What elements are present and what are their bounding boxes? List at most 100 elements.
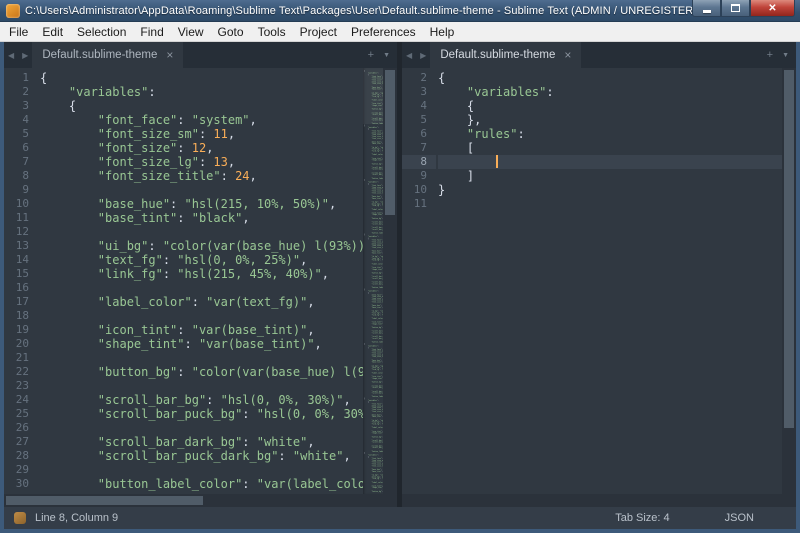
code-line[interactable]: [ [438, 141, 782, 155]
code-line[interactable] [40, 351, 363, 365]
cursor-position-indicator[interactable]: Line 8, Column 9 [35, 512, 118, 524]
code-lines[interactable]: { "variables": { }, "rules": [ ]} [436, 68, 782, 494]
line-number[interactable]: 2 [402, 71, 436, 85]
code-line[interactable] [40, 281, 363, 295]
menu-item-view[interactable]: View [171, 23, 211, 41]
vertical-scrollbar-thumb[interactable] [784, 70, 794, 428]
tab-overflow-button[interactable]: ▼ [383, 52, 390, 59]
code-line[interactable]: "font_size_title": 24, [40, 169, 363, 183]
code-line[interactable]: }, [438, 113, 782, 127]
menu-item-find[interactable]: Find [133, 23, 170, 41]
code-line[interactable]: "font_size": 12, [40, 141, 363, 155]
gutter[interactable]: 234567891011 [402, 68, 436, 494]
tab-close-icon[interactable]: × [564, 49, 571, 61]
code-line[interactable]: { [40, 71, 363, 85]
horizontal-scrollbar[interactable] [402, 494, 796, 507]
code-line[interactable]: } [438, 183, 782, 197]
code-line[interactable]: "shape_tint": "var(base_tint)", [40, 337, 363, 351]
code-line[interactable]: "rules": [438, 127, 782, 141]
line-number[interactable]: 8 [4, 169, 38, 183]
code-line[interactable]: { [40, 99, 363, 113]
line-number[interactable]: 12 [4, 225, 38, 239]
line-number[interactable]: 4 [402, 99, 436, 113]
vertical-scrollbar-thumb[interactable] [385, 70, 395, 215]
code-line[interactable]: "variables": [40, 85, 363, 99]
menu-item-selection[interactable]: Selection [70, 23, 133, 41]
line-number[interactable]: 27 [4, 435, 38, 449]
code-line[interactable]: "link_fg": "hsl(215, 45%, 40%)", [40, 267, 363, 281]
close-button[interactable]: ✕ [750, 0, 795, 17]
line-number[interactable]: 4 [4, 113, 38, 127]
tab-scroll-left-icon[interactable]: ◀ [4, 51, 18, 60]
line-number[interactable]: 3 [402, 85, 436, 99]
code-line[interactable]: "font_size_sm": 11, [40, 127, 363, 141]
code-line[interactable] [40, 309, 363, 323]
line-number[interactable]: 9 [4, 183, 38, 197]
tab-scroll-right-icon[interactable]: ▶ [416, 51, 430, 60]
menu-item-tools[interactable]: Tools [251, 23, 293, 41]
tab-size-indicator[interactable]: Tab Size: 4 [615, 512, 669, 524]
code-line[interactable]: "text_fg": "hsl(0, 0%, 25%)", [40, 253, 363, 267]
line-number[interactable]: 1 [4, 71, 38, 85]
line-number[interactable]: 7 [402, 141, 436, 155]
line-number[interactable]: 14 [4, 253, 38, 267]
menu-item-goto[interactable]: Goto [211, 23, 251, 41]
code-line[interactable] [40, 225, 363, 239]
tab-default-sublime-theme[interactable]: Default.sublime-theme × [430, 42, 581, 68]
code-line[interactable]: "scroll_bar_puck_dark_bg": "white", [40, 449, 363, 463]
code-line[interactable]: "scroll_bar_bg": "hsl(0, 0%, 30%)", [40, 393, 363, 407]
line-number[interactable]: 25 [4, 407, 38, 421]
tab-close-icon[interactable]: × [166, 49, 173, 61]
line-number[interactable]: 23 [4, 379, 38, 393]
tab-default-sublime-theme[interactable]: Default.sublime-theme × [32, 42, 183, 68]
code-line[interactable]: "font_face": "system", [40, 113, 363, 127]
code-line[interactable] [438, 197, 782, 211]
code-line[interactable]: "base_tint": "black", [40, 211, 363, 225]
line-number[interactable]: 6 [4, 141, 38, 155]
code-line[interactable] [438, 155, 782, 169]
line-number[interactable]: 16 [4, 281, 38, 295]
minimize-button[interactable] [692, 0, 721, 17]
code-line[interactable]: "button_label_color": "var(label_colo [40, 477, 363, 491]
line-number[interactable]: 30 [4, 477, 38, 491]
line-number[interactable]: 18 [4, 309, 38, 323]
new-tab-button[interactable]: + [767, 49, 773, 61]
code-line[interactable] [40, 421, 363, 435]
line-number[interactable]: 7 [4, 155, 38, 169]
line-number[interactable]: 29 [4, 463, 38, 477]
line-number[interactable]: 3 [4, 99, 38, 113]
code-line[interactable]: "scroll_bar_dark_bg": "white", [40, 435, 363, 449]
sublime-status-icon[interactable] [14, 512, 26, 524]
line-number[interactable]: 17 [4, 295, 38, 309]
line-number[interactable]: 9 [402, 169, 436, 183]
line-number[interactable]: 2 [4, 85, 38, 99]
tab-scroll-right-icon[interactable]: ▶ [18, 51, 32, 60]
syntax-indicator[interactable]: JSON [725, 512, 754, 524]
code-line[interactable] [40, 379, 363, 393]
code-line[interactable]: ] [438, 169, 782, 183]
gutter[interactable]: 1234567891011121314151617181920212223242… [4, 68, 38, 494]
line-number[interactable]: 10 [4, 197, 38, 211]
code-line[interactable]: "button_bg": "color(var(base_hue) l(9 [40, 365, 363, 379]
line-number[interactable]: 13 [4, 239, 38, 253]
code-line[interactable]: "variables": [438, 85, 782, 99]
new-tab-button[interactable]: + [368, 49, 374, 61]
code-line[interactable]: "font_size_lg": 13, [40, 155, 363, 169]
line-number[interactable]: 22 [4, 365, 38, 379]
tab-overflow-button[interactable]: ▼ [782, 52, 789, 59]
menu-item-help[interactable]: Help [423, 23, 462, 41]
code-line[interactable] [40, 463, 363, 477]
line-number[interactable]: 10 [402, 183, 436, 197]
line-number[interactable]: 15 [4, 267, 38, 281]
menu-item-project[interactable]: Project [293, 23, 344, 41]
code-line[interactable]: "base_hue": "hsl(215, 10%, 50%)", [40, 197, 363, 211]
vertical-scrollbar[interactable] [782, 68, 796, 494]
titlebar[interactable]: C:\Users\Administrator\AppData\Roaming\S… [0, 0, 800, 22]
line-number[interactable]: 11 [4, 211, 38, 225]
horizontal-scrollbar-thumb[interactable] [6, 496, 203, 505]
line-number[interactable]: 20 [4, 337, 38, 351]
line-number[interactable]: 21 [4, 351, 38, 365]
line-number[interactable]: 8 [402, 155, 436, 169]
line-number[interactable]: 5 [4, 127, 38, 141]
code-line[interactable]: "scroll_bar_puck_bg": "hsl(0, 0%, 30% [40, 407, 363, 421]
